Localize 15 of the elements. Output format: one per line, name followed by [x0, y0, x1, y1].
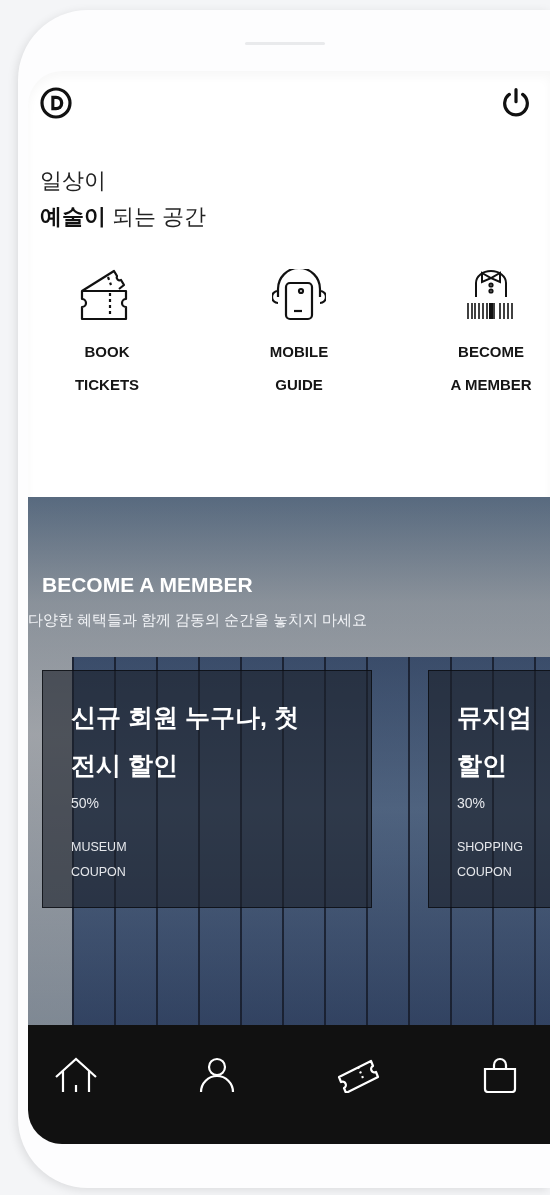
coupon-type: SHOPPING COUPON	[457, 839, 524, 881]
headline-text: 일상이	[40, 167, 107, 195]
quick-menu-button[interactable]: BOOK TICKETS	[52, 269, 162, 447]
coupon-card[interactable]: 뮤지엄 할인 30% SHOPPING COUPON	[428, 670, 550, 908]
section-title: BECOME A MEMBER	[42, 573, 254, 597]
coupon-discount: 30%	[457, 795, 487, 811]
headline-text: 예술이 되는 공간	[40, 203, 208, 231]
coupon-type: MUSEUM COUPON	[71, 839, 128, 881]
coupon-title: 뮤지엄 할인	[457, 702, 533, 781]
coupon-card[interactable]: 신규 회원 누구나, 첫 전시 할인 50% MUSEUM COUPON	[42, 670, 372, 908]
section-subtitle: 다양한 혜택들과 함께 감동의 순간을 놓치지 마세요	[28, 611, 369, 630]
coupon-discount: 50%	[71, 795, 101, 811]
quick-menu-button[interactable]: MOBILE GUIDE	[244, 269, 354, 447]
quick-menu-button[interactable]: BECOME A MEMBER	[436, 269, 546, 447]
coupon-title: 신규 회원 누구나, 첫 전시 할인	[71, 702, 300, 781]
